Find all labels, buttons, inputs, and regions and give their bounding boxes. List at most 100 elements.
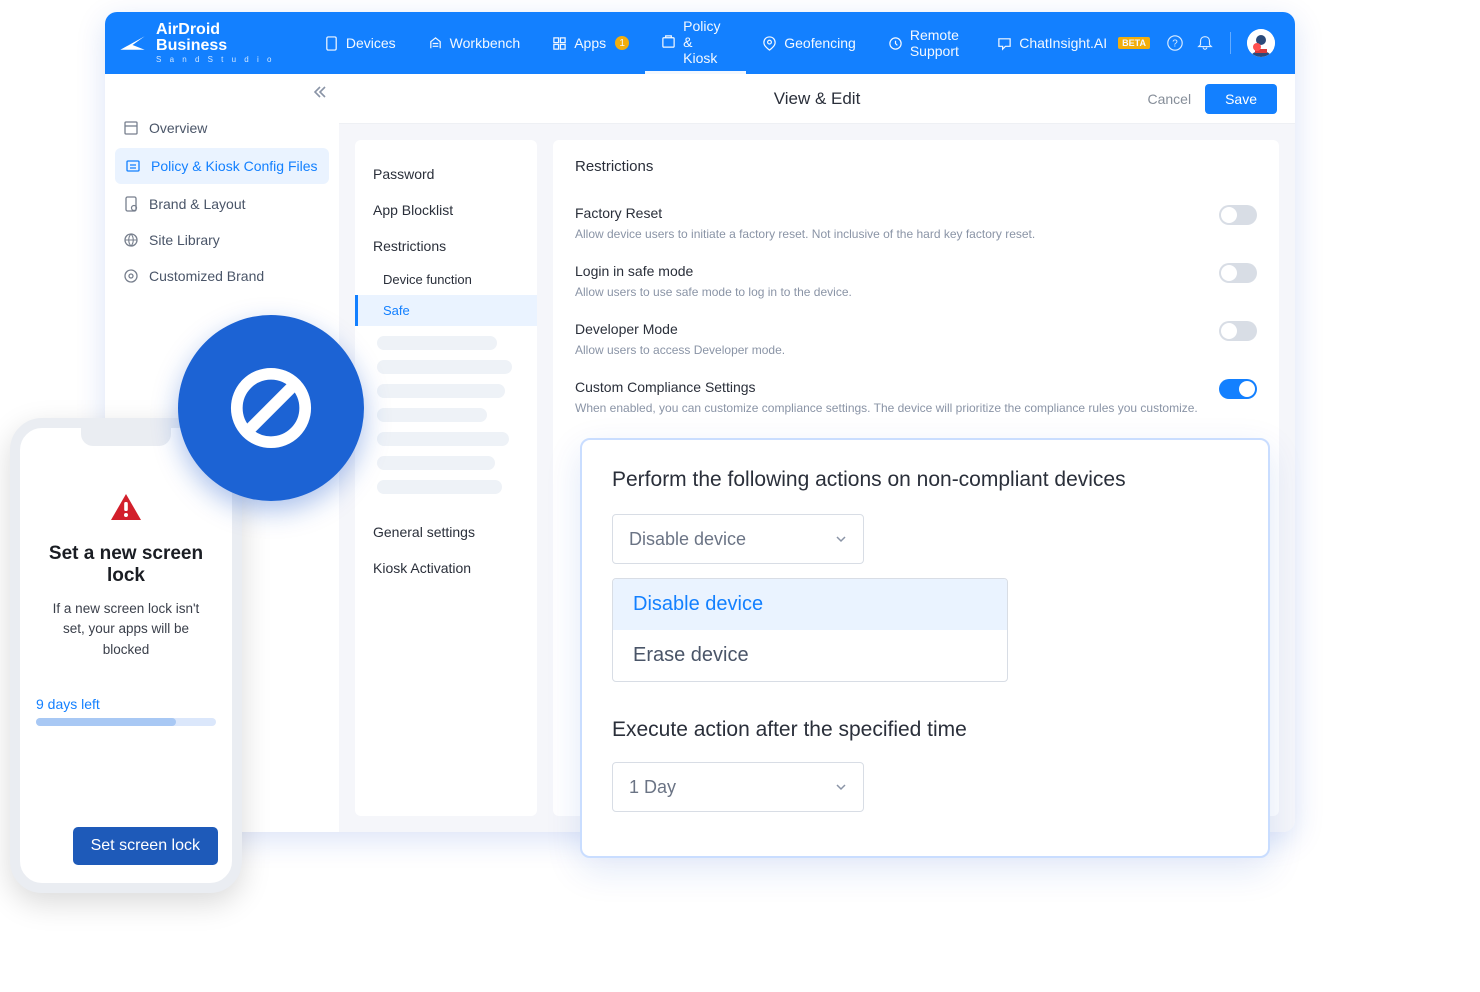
compliance-title-1: Perform the following actions on non-com… (612, 468, 1238, 492)
apps-icon (552, 36, 567, 51)
set-screen-lock-button[interactable]: Set screen lock (73, 827, 218, 865)
cfg-password[interactable]: Password (355, 156, 537, 192)
brand-title: AirDroid Business (156, 22, 282, 54)
nav-chatinsight[interactable]: ChatInsight.AI BETA (981, 12, 1166, 74)
nav-workbench[interactable]: Workbench (412, 12, 537, 74)
phone-days-left: 9 days left (36, 696, 216, 712)
prohibit-icon (226, 363, 316, 453)
cfg-skeleton (377, 408, 487, 422)
phone-notch (81, 426, 171, 446)
apps-badge: 1 (615, 36, 629, 50)
nav-items: Devices Workbench Apps 1 Policy & Kiosk … (308, 12, 1166, 74)
cfg-skeleton (377, 384, 505, 398)
device-icon (324, 36, 339, 51)
chevron-down-icon (835, 781, 847, 793)
setting-label: Custom Compliance Settings (575, 379, 1199, 395)
sidebar-item-overview[interactable]: Overview (105, 110, 339, 146)
setting-developer-mode: Developer Mode Allow users to access Dev… (575, 311, 1257, 369)
save-button[interactable]: Save (1205, 84, 1277, 114)
page-title: View & Edit (774, 89, 861, 109)
sidebar-item-site-library[interactable]: Site Library (105, 222, 339, 258)
cfg-skeleton (377, 336, 497, 350)
phone-progress (36, 718, 216, 726)
phone-mockup: Set a new screen lock If a new screen lo… (10, 418, 242, 893)
setting-compliance: Custom Compliance Settings When enabled,… (575, 369, 1257, 427)
phone-progress-fill (36, 718, 176, 726)
setting-factory-reset: Factory Reset Allow device users to init… (575, 195, 1257, 253)
brand-layout-icon (123, 196, 139, 212)
avatar (1247, 29, 1275, 57)
custom-brand-icon (123, 268, 139, 284)
nav-label: Geofencing (784, 35, 856, 51)
dropdown-item-disable[interactable]: Disable device (613, 579, 1007, 630)
nav-right: ? (1166, 29, 1281, 57)
nav-label: Policy & Kiosk (683, 18, 730, 66)
cfg-general[interactable]: General settings (355, 514, 537, 550)
select-value: Disable device (629, 529, 746, 550)
sidebar-item-policy-files[interactable]: Policy & Kiosk Config Files (115, 148, 329, 184)
chat-icon (997, 36, 1012, 51)
nav-label: ChatInsight.AI (1019, 35, 1107, 51)
help-icon[interactable]: ? (1166, 34, 1184, 52)
avatar-wrapper[interactable] (1247, 29, 1275, 57)
setting-desc: Allow device users to initiate a factory… (575, 225, 1199, 243)
notification-icon[interactable] (1196, 34, 1214, 52)
sidebar-item-brand-layout[interactable]: Brand & Layout (105, 186, 339, 222)
cfg-kiosk[interactable]: Kiosk Activation (355, 550, 537, 586)
phone-desc: If a new screen lock isn't set, your app… (36, 599, 216, 660)
workbench-icon (428, 36, 443, 51)
nav-label: Apps (574, 35, 606, 51)
top-nav: AirDroid Business S a n d S t u d i o De… (105, 12, 1295, 74)
nav-policy[interactable]: Policy & Kiosk (645, 12, 746, 74)
sidebar-item-custom-brand[interactable]: Customized Brand (105, 258, 339, 294)
nav-apps[interactable]: Apps 1 (536, 12, 645, 74)
nav-geofencing[interactable]: Geofencing (746, 12, 872, 74)
toggle-safe-mode[interactable] (1219, 263, 1257, 283)
cfg-safe[interactable]: Safe (355, 295, 537, 326)
beta-badge: BETA (1118, 37, 1150, 49)
sidebar-item-label: Site Library (149, 232, 220, 248)
nav-label: Remote Support (910, 27, 965, 59)
cfg-restrictions[interactable]: Restrictions (355, 228, 537, 264)
action-select[interactable]: Disable device (612, 514, 864, 564)
setting-safe-mode: Login in safe mode Allow users to use sa… (575, 253, 1257, 311)
brand[interactable]: AirDroid Business S a n d S t u d i o (119, 22, 308, 64)
cancel-button[interactable]: Cancel (1147, 91, 1191, 107)
setting-desc: Allow users to use safe mode to log in t… (575, 283, 1199, 301)
nav-remote[interactable]: Remote Support (872, 12, 981, 74)
brand-logo-icon (119, 31, 146, 55)
time-select[interactable]: 1 Day (612, 762, 864, 812)
cfg-blocklist[interactable]: App Blocklist (355, 192, 537, 228)
dropdown-item-erase[interactable]: Erase device (613, 630, 1007, 681)
block-badge (178, 315, 364, 501)
compliance-box: Perform the following actions on non-com… (580, 438, 1270, 858)
cfg-skeleton (377, 360, 512, 374)
sidebar-collapse-icon[interactable] (311, 84, 327, 103)
compliance-title-2: Execute action after the specified time (612, 718, 1238, 742)
content-header: View & Edit Cancel Save (339, 74, 1295, 124)
nav-label: Devices (346, 35, 396, 51)
sidebar-item-label: Policy & Kiosk Config Files (151, 158, 318, 174)
config-nav: Password App Blocklist Restrictions Devi… (355, 140, 537, 816)
policy-icon (661, 34, 676, 49)
cfg-device-function[interactable]: Device function (355, 264, 537, 295)
toggle-developer-mode[interactable] (1219, 321, 1257, 341)
phone-title: Set a new screen lock (36, 543, 216, 587)
setting-label: Login in safe mode (575, 263, 1199, 279)
nav-devices[interactable]: Devices (308, 12, 412, 74)
panel-title: Restrictions (575, 158, 1257, 175)
policy-files-icon (125, 158, 141, 174)
remote-icon (888, 36, 903, 51)
overview-icon (123, 120, 139, 136)
geofencing-icon (762, 36, 777, 51)
setting-label: Factory Reset (575, 205, 1199, 221)
toggle-compliance[interactable] (1219, 379, 1257, 399)
site-library-icon (123, 232, 139, 248)
toggle-factory-reset[interactable] (1219, 205, 1257, 225)
avatar-status-dot (1253, 43, 1261, 51)
sidebar-item-label: Overview (149, 120, 207, 136)
nav-divider (1230, 32, 1231, 54)
nav-label: Workbench (450, 35, 521, 51)
sidebar-item-label: Customized Brand (149, 268, 264, 284)
setting-desc: When enabled, you can customize complian… (575, 399, 1199, 417)
